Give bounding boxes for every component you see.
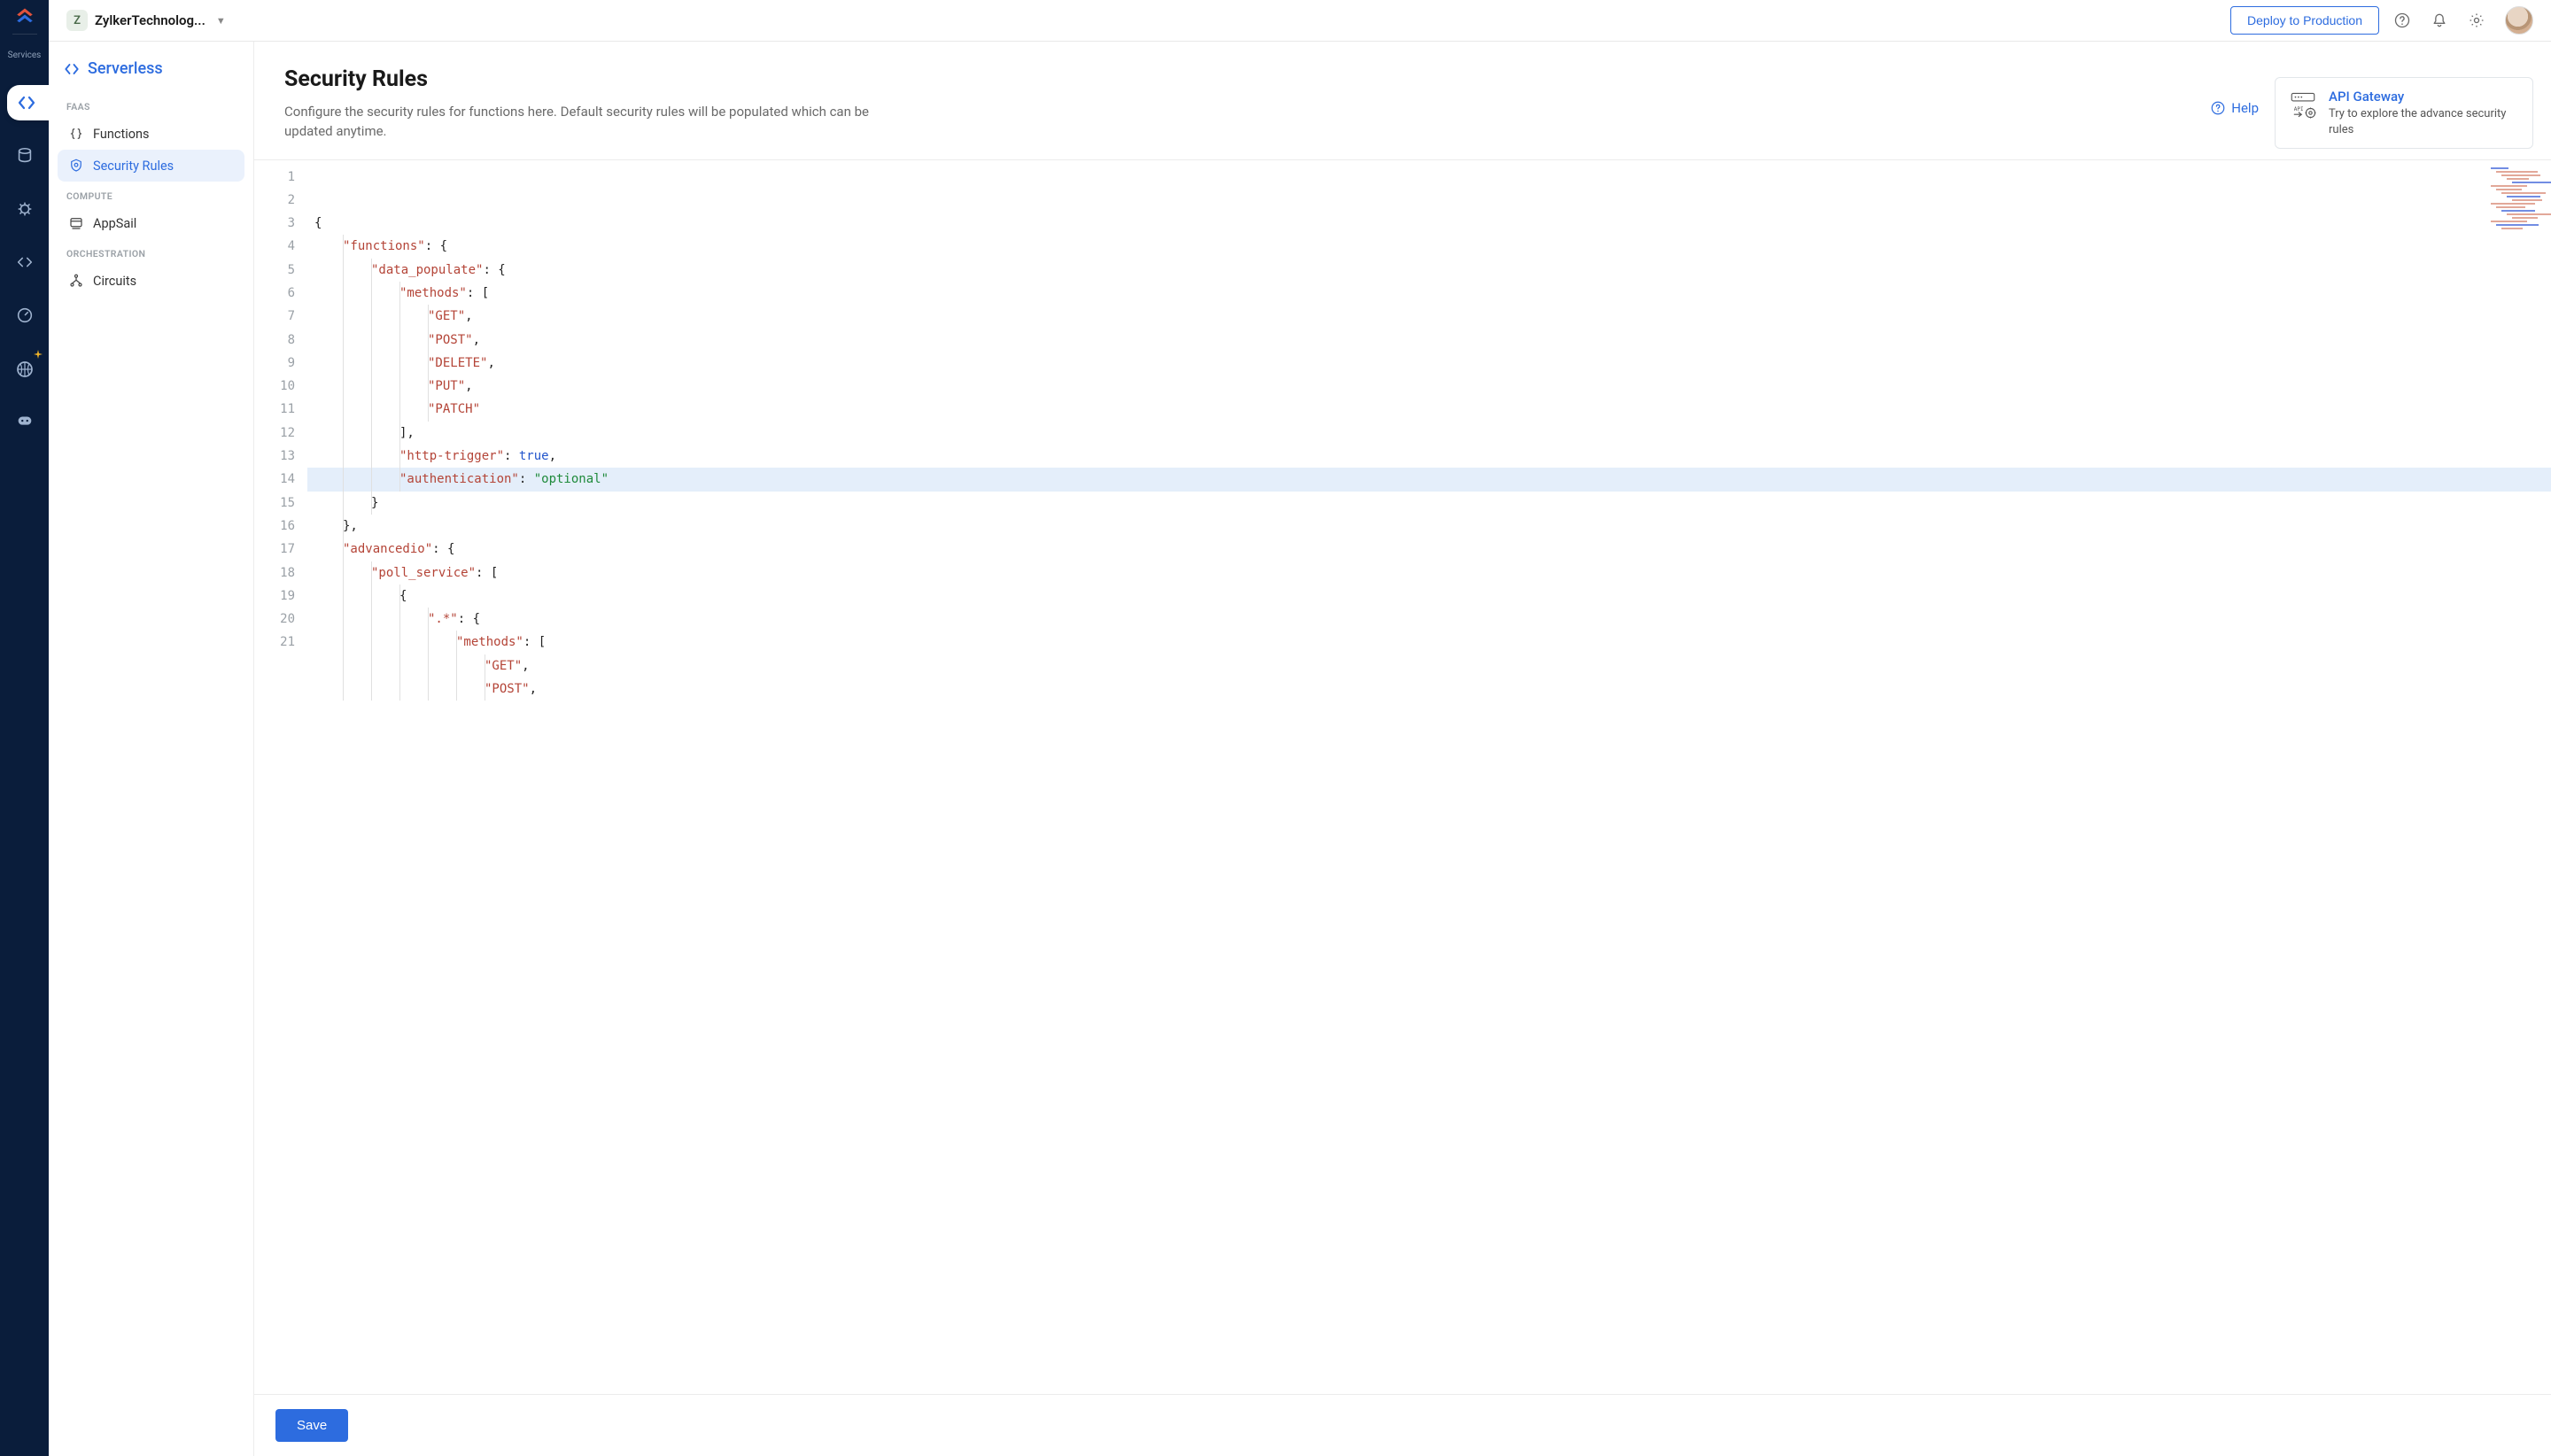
rail-database[interactable] bbox=[7, 138, 43, 174]
serverless-icon bbox=[63, 60, 81, 78]
code-line[interactable]: ".*": { bbox=[307, 608, 2551, 631]
exchange-icon bbox=[15, 252, 35, 272]
api-gateway-card[interactable]: API API Gateway Try to explore the advan… bbox=[2275, 77, 2533, 149]
bug-icon bbox=[15, 199, 35, 219]
editor-footer: Save bbox=[254, 1394, 2551, 1456]
sidebar-group-label: COMPUTE bbox=[58, 182, 244, 207]
save-button[interactable]: Save bbox=[275, 1409, 348, 1442]
project-initial-badge: Z bbox=[66, 10, 88, 31]
editor-gutter: 123456789101112131415161718192021 bbox=[254, 160, 307, 1395]
question-icon bbox=[2210, 100, 2226, 116]
code-line[interactable]: "POST", bbox=[307, 678, 2551, 701]
rail-services-label: Services bbox=[8, 50, 42, 60]
code-line[interactable]: "DELETE", bbox=[307, 352, 2551, 375]
code-line[interactable]: "PATCH" bbox=[307, 398, 2551, 421]
rail-integrations[interactable] bbox=[7, 244, 43, 280]
project-name: ZylkerTechnolog... bbox=[95, 12, 205, 28]
sidebar-item-label: AppSail bbox=[93, 216, 136, 231]
code-line[interactable]: "POST", bbox=[307, 329, 2551, 352]
sidebar-group-label: FAAS bbox=[58, 92, 244, 118]
sidebar-item-label: Security Rules bbox=[93, 159, 174, 174]
code-line[interactable]: } bbox=[307, 492, 2551, 515]
code-line[interactable]: "GET", bbox=[307, 305, 2551, 328]
code-line[interactable]: "http-trigger": true, bbox=[307, 445, 2551, 468]
code-line[interactable]: "methods": [ bbox=[307, 631, 2551, 654]
chat-icon bbox=[15, 412, 35, 431]
page-header: Security Rules Configure the security ru… bbox=[254, 42, 2551, 160]
help-link[interactable]: Help bbox=[2210, 100, 2259, 116]
code-line[interactable]: "poll_service": [ bbox=[307, 561, 2551, 585]
page-title: Security Rules bbox=[284, 66, 2521, 92]
rail-monitor[interactable] bbox=[7, 298, 43, 333]
user-avatar[interactable] bbox=[2505, 6, 2533, 35]
editor-lines[interactable]: {"functions": {"data_populate": {"method… bbox=[307, 212, 2551, 701]
sidebar-title: Serverless bbox=[58, 59, 244, 92]
rail-chat[interactable] bbox=[7, 404, 43, 439]
rail-serverless[interactable] bbox=[7, 85, 50, 120]
svg-text:API: API bbox=[2294, 106, 2304, 112]
main: Security Rules Configure the security ru… bbox=[254, 42, 2551, 1456]
code-line[interactable]: { bbox=[307, 212, 2551, 235]
deploy-button[interactable]: Deploy to Production bbox=[2230, 6, 2379, 35]
rail-globe[interactable] bbox=[7, 351, 43, 386]
project-selector[interactable]: Z ZylkerTechnolog... ▼ bbox=[66, 10, 226, 31]
sidebar-group-label: ORCHESTRATION bbox=[58, 239, 244, 265]
services-rail: Services bbox=[0, 0, 49, 1456]
sidebar-item-functions[interactable]: Functions bbox=[58, 118, 244, 150]
code-line[interactable]: { bbox=[307, 585, 2551, 608]
api-gateway-icon: API bbox=[2288, 90, 2318, 120]
sidebar-title-text: Serverless bbox=[88, 59, 163, 78]
code-brackets-icon bbox=[16, 92, 37, 113]
top-header: Z ZylkerTechnolog... ▼ Deploy to Product… bbox=[49, 0, 2551, 42]
bell-icon[interactable] bbox=[2431, 12, 2448, 29]
sidebar-item-label: Circuits bbox=[93, 274, 136, 289]
chevron-down-icon: ▼ bbox=[216, 15, 226, 27]
code-line[interactable]: "GET", bbox=[307, 654, 2551, 678]
sparkle-badge-icon bbox=[32, 349, 44, 361]
database-icon bbox=[15, 146, 35, 166]
sidebar-item-appsail[interactable]: AppSail bbox=[58, 207, 244, 239]
rail-debug[interactable] bbox=[7, 191, 43, 227]
sidebar-item-circuits[interactable]: Circuits bbox=[58, 265, 244, 297]
code-line[interactable]: }, bbox=[307, 515, 2551, 538]
code-line[interactable]: "methods": [ bbox=[307, 282, 2551, 305]
code-line[interactable]: "data_populate": { bbox=[307, 259, 2551, 282]
card-title: API Gateway bbox=[2329, 89, 2520, 105]
gauge-icon bbox=[15, 306, 35, 325]
rail-divider bbox=[12, 34, 37, 35]
code-line[interactable]: "functions": { bbox=[307, 235, 2551, 258]
code-line[interactable]: "PUT", bbox=[307, 375, 2551, 398]
code-line[interactable]: "advancedio": { bbox=[307, 538, 2551, 561]
sidebar-item-security-rules[interactable]: Security Rules bbox=[58, 150, 244, 182]
app-logo-icon bbox=[12, 5, 37, 30]
help-link-text: Help bbox=[2231, 100, 2259, 116]
page-description: Configure the security rules for functio… bbox=[284, 103, 887, 142]
editor-minimap[interactable] bbox=[2491, 167, 2542, 229]
gear-icon[interactable] bbox=[2468, 12, 2485, 29]
sidebar: Serverless FAAS Functions Security Rules CO… bbox=[49, 42, 254, 1456]
card-subtitle: Try to explore the advance security rule… bbox=[2329, 106, 2520, 137]
help-icon[interactable] bbox=[2393, 12, 2411, 29]
code-editor[interactable]: 123456789101112131415161718192021 {"func… bbox=[254, 160, 2551, 1456]
code-line[interactable]: ], bbox=[307, 422, 2551, 445]
code-line[interactable]: "authentication": "optional" bbox=[307, 468, 2551, 491]
sidebar-item-label: Functions bbox=[93, 127, 149, 142]
